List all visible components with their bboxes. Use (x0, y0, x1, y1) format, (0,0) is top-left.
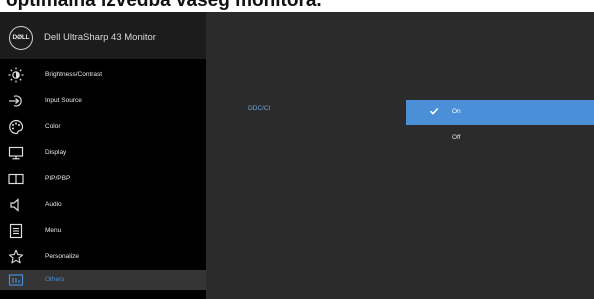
menu-item-label: Others (45, 276, 65, 283)
menu-item-label: Audio (45, 201, 62, 208)
menu-item-others[interactable]: Others (0, 270, 206, 290)
choice-on-label: On (452, 108, 461, 115)
monitor-model-title: Dell UltraSharp 43 Monitor (44, 32, 156, 43)
menu-item-color[interactable]: Color (0, 117, 206, 137)
menu-item-label: Brightness/Contrast (45, 71, 103, 78)
check-icon (429, 107, 439, 115)
menu-item-label: Menu (45, 227, 62, 234)
osd-header: DØLL Dell UltraSharp 43 Monitor (0, 12, 206, 59)
star-icon (8, 249, 24, 264)
menu-item-label: PIP/PBP (45, 175, 71, 182)
menu-item-label: Display (45, 149, 67, 156)
osd-sidebar: DØLL Dell UltraSharp 43 Monitor Brightne… (0, 12, 206, 299)
pip-pbp-icon (8, 173, 24, 185)
osd-window: DØLL Dell UltraSharp 43 Monitor Brightne… (0, 12, 594, 299)
color-icon (9, 119, 24, 135)
choice-off[interactable]: Off (452, 132, 461, 144)
menu-item-label: Input Source (45, 97, 82, 104)
page-caption: optimalna izvedba vašeg monitora. (6, 0, 322, 11)
menu-item-brightness-contrast[interactable]: Brightness/Contrast (0, 65, 206, 85)
dell-logo: DØLL (9, 26, 33, 50)
menu-item-display[interactable]: Display (0, 143, 206, 163)
menu-item-audio[interactable]: Audio (0, 195, 206, 215)
others-icon (8, 274, 24, 286)
menu-icon (9, 223, 23, 239)
input-source-icon (9, 95, 22, 107)
display-icon (8, 146, 24, 160)
menu-item-label: Color (45, 123, 61, 130)
menu-item-label: Personalize (45, 253, 79, 260)
menu-item-input-source[interactable]: Input Source (0, 91, 206, 111)
menu-item-menu[interactable]: Menu (0, 221, 206, 241)
audio-icon (10, 198, 19, 212)
menu-item-pip-pbp[interactable]: PIP/PBP (0, 169, 206, 189)
menu-item-personalize[interactable]: Personalize (0, 247, 206, 267)
option-label-ddc-ci[interactable]: DDC/CI (248, 103, 270, 115)
brightness-icon (8, 67, 24, 83)
